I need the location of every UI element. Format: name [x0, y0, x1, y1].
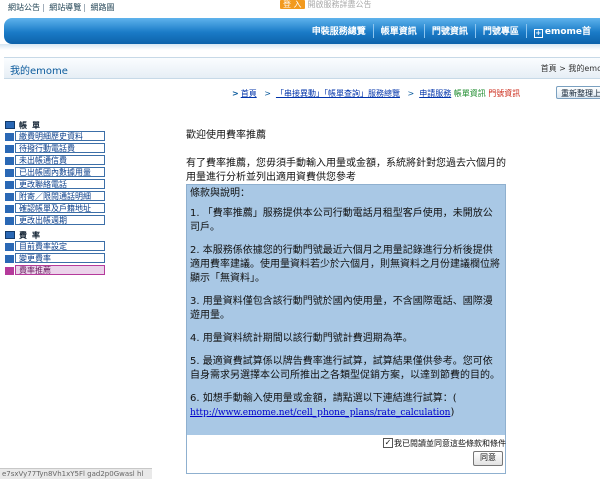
sidebar-section-rate: 費率 [5, 230, 105, 241]
doc-icon [5, 193, 14, 201]
top-links: 網站公告 | 網站導覽 | 網路圖 [8, 3, 115, 12]
terms-paragraph-2: 2. 本服務係依據您的行動門號最近六個月之用量記錄進行分析後提供適用費率建議。使… [190, 245, 500, 284]
nav-item-number-info[interactable]: 門號資訊 [423, 24, 475, 38]
nav-item-services[interactable]: 申裝服務總覽 [305, 24, 373, 38]
nav-item-number-zone[interactable]: 門號專區 [474, 24, 526, 38]
page-heading: 歡迎使用費率推薦 [186, 130, 266, 141]
intro-text: 有了費率推薦，您毋須手動輸入用量或金額，系統將針對您過去六個月的用量進行分析並列… [186, 158, 506, 183]
doc-icon [5, 169, 14, 177]
title-bar: 我的emome 首頁 > 我的emo [4, 57, 600, 79]
sidebar: 帳單 繳費明細歷史資料 待撥行動電話費 未出帳通信費 已出帳國內數據用量 更改聯… [5, 120, 105, 277]
agree-button[interactable]: 同意 [473, 451, 503, 466]
arrow-icon: > [232, 89, 239, 98]
login-hint: 開啟服務詳盡公告 [307, 0, 372, 9]
sidebar-item-contact-phone[interactable]: 更改聯絡電話 [5, 179, 105, 190]
crumb-apply[interactable]: 申請服務 [419, 89, 451, 98]
refresh-button[interactable]: 重新整理上 [556, 86, 600, 99]
terms-paragraph-4: 4. 用量資料統計期間以該行動門號計費週期為準。 [190, 333, 413, 344]
crumb-home[interactable]: 首頁 [241, 89, 257, 98]
doc-icon [5, 243, 14, 251]
top-link-guide[interactable]: 網站導覽 [49, 3, 81, 12]
sidebar-item-current-rate[interactable]: 目前費率設定 [5, 241, 105, 252]
sidebar-item-call-details[interactable]: 附寄／限閱通話明細 [5, 191, 105, 202]
sidebar-item-confirm-address[interactable]: 確認帳單及戶籍地址 [5, 203, 105, 214]
folder-icon [5, 231, 15, 239]
login-area: 登 入開啟服務詳盡公告 [280, 0, 372, 9]
terms-paragraph-6: 6. 如想手動輸入使用量或金額，請點選以下連結進行試算：(http://www.… [190, 393, 457, 418]
crumb-bill-info[interactable]: 帳單資訊 [454, 89, 486, 98]
sidebar-item-data-usage[interactable]: 已出帳國內數據用量 [5, 167, 105, 178]
terms-title: 條款與說明： [190, 188, 250, 199]
terms-panel: 條款與說明： 1. 「費率推薦」服務提供本公司行動電話月租型客戶使用，未開放公司… [186, 184, 506, 474]
terms-paragraph-5: 5. 最適資費試算係以牌告費率進行試算，試算結果僅供參考。您可依自身需求另選擇本… [190, 356, 500, 381]
doc-icon [5, 205, 14, 213]
doc-icon [5, 181, 14, 189]
doc-icon [5, 217, 14, 225]
doc-icon [5, 267, 14, 275]
main-nav: 申裝服務總覽 帳單資訊 門號資訊 門號專區 + emome首 [4, 18, 600, 44]
sidebar-item-billing-cycle[interactable]: 更改出帳週期 [5, 215, 105, 226]
crumb-number-info[interactable]: 門號資訊 [488, 89, 520, 98]
doc-icon [5, 255, 14, 263]
folder-icon [5, 121, 15, 129]
sidebar-item-change-rate[interactable]: 變更費率 [5, 253, 105, 264]
nav-item-bill-info[interactable]: 帳單資訊 [372, 24, 424, 38]
page-title: 我的emome [10, 66, 68, 77]
sidebar-item-rate-recommend[interactable]: 費率推薦 [5, 265, 105, 276]
terms-paragraph-3: 3. 用量資料僅包含該行動門號於國內使用量，不含國際電話、國際漫遊用量。 [190, 296, 493, 321]
agree-checkbox[interactable]: ✓ [383, 438, 393, 448]
terms-paragraph-1: 1. 「費率推薦」服務提供本公司行動電話月租型客戶使用，未開放公司戶。 [190, 208, 493, 233]
sidebar-item-payment-history[interactable]: 繳費明細歷史資料 [5, 131, 105, 142]
nav-item-emome-home[interactable]: + emome首 [525, 24, 598, 38]
doc-icon [5, 133, 14, 141]
agree-bar: ✓ 我已閱讀並同意這些條款和條件 同意 [187, 435, 506, 473]
sidebar-item-unbilled[interactable]: 未出帳通信費 [5, 155, 105, 166]
top-link-sitemap[interactable]: 網路圖 [91, 3, 115, 12]
login-button[interactable]: 登 入 [280, 0, 305, 9]
nav-shadow [0, 44, 600, 50]
doc-icon [5, 145, 14, 153]
doc-icon [5, 157, 14, 165]
sidebar-item-pending-fee[interactable]: 待撥行動電話費 [5, 143, 105, 154]
top-link-announcement[interactable]: 網站公告 [8, 3, 40, 12]
agree-label: 我已閱讀並同意這些條款和條件 [394, 439, 506, 448]
home-icon: + [533, 29, 543, 38]
breadcrumb: 首頁 > 我的emo [540, 64, 600, 73]
sidebar-section-bill: 帳單 [5, 120, 105, 131]
main-content: 歡迎使用費率推薦 有了費率推薦，您毋須手動輸入用量或金額，系統將針對您過去六個月… [186, 126, 506, 185]
crumb-series[interactable]: 「串接異動」「帳單查詢」服務總覽 [276, 89, 400, 98]
service-crumbs: > 首頁 > 「串接異動」「帳單查詢」服務總覽 > 申請服務 帳單資訊 門號資訊 [232, 89, 521, 98]
status-bar: e7sxVy77Tyn8Vh1xY5Fl gad2p0Gwasl hl [0, 468, 152, 479]
rate-calc-link[interactable]: http://www.emome.net/cell_phone_plans/ra… [190, 408, 450, 418]
